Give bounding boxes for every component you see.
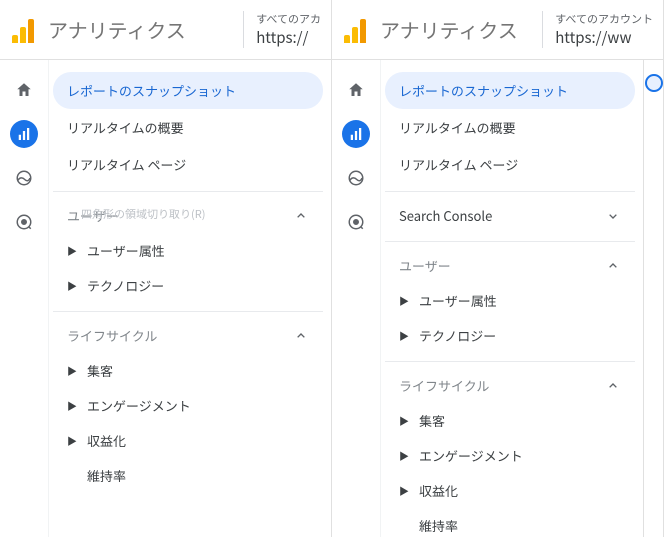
analytics-logo-icon [12, 17, 38, 43]
nav-group-lifecycle-head[interactable]: ライフサイクル [53, 316, 323, 353]
report-nav: レポートのスナップショット リアルタイムの概要 リアルタイム ページ Searc… [380, 60, 643, 537]
nav-group-lifecycle: ライフサイクル ▶集客 ▶エンゲージメント ▶収益化 ▶維持率 [53, 311, 323, 493]
nav-group-lifecycle-head[interactable]: ライフサイクル [385, 366, 635, 403]
caret-right-icon: ▶ [67, 433, 77, 448]
nav-user-technology[interactable]: ▶テクノロジー [53, 268, 323, 303]
nav-group-user-title: ユーザー [399, 256, 451, 275]
caret-right-icon: ▶ [67, 243, 77, 258]
nav-realtime-overview[interactable]: リアルタイムの概要 [385, 109, 635, 146]
nav-user-attributes[interactable]: ▶ユーザー属性 [385, 283, 635, 318]
nav-lifecycle-engagement[interactable]: ▶エンゲージメント [53, 388, 323, 423]
side-panel-indicator-icon[interactable] [645, 74, 663, 92]
account-switcher[interactable]: すべてのアカ https:// [243, 11, 321, 48]
caret-right-icon: ▶ [399, 413, 409, 428]
home-icon[interactable] [342, 76, 370, 104]
app-title: アナリティクス [380, 15, 518, 44]
nav-user-technology[interactable]: ▶テクノロジー [385, 318, 635, 353]
chevron-up-icon [605, 258, 621, 274]
nav-user-attributes[interactable]: ▶ユーザー属性 [53, 233, 323, 268]
nav-snapshot[interactable]: レポートのスナップショット [53, 72, 323, 109]
account-url: https:// [256, 27, 321, 48]
header: アナリティクス すべてのアカ https:// [0, 0, 331, 60]
advertising-icon[interactable] [342, 208, 370, 236]
nav-group-lifecycle-title: ライフサイクル [399, 376, 489, 395]
nav-lifecycle-acquisition[interactable]: ▶集客 [53, 353, 323, 388]
advertising-icon[interactable] [10, 208, 38, 236]
nav-lifecycle-monetization[interactable]: ▶収益化 [53, 423, 323, 458]
explore-icon[interactable] [10, 164, 38, 192]
account-label: すべてのアカウント [555, 11, 653, 27]
nav-group-search-console: Search Console [385, 191, 635, 233]
caret-right-icon: ▶ [399, 293, 409, 308]
reports-icon[interactable] [10, 120, 38, 148]
reports-icon[interactable] [342, 120, 370, 148]
right-side-panel [643, 60, 663, 537]
caret-right-icon: ▶ [67, 363, 77, 378]
account-label: すべてのアカ [256, 11, 321, 27]
account-switcher[interactable]: すべてのアカウント https://ww [542, 11, 653, 48]
nav-lifecycle-retention[interactable]: ▶維持率 [53, 458, 323, 493]
app-title: アナリティクス [48, 15, 186, 44]
chevron-up-icon [293, 208, 309, 224]
header: アナリティクス すべてのアカウント https://ww [332, 0, 663, 60]
chevron-up-icon [293, 328, 309, 344]
nav-realtime-pages[interactable]: リアルタイム ページ [53, 146, 323, 183]
nav-group-search-console-head[interactable]: Search Console [385, 196, 635, 233]
caret-right-icon: ▶ [399, 483, 409, 498]
caret-right-icon: ▶ [67, 278, 77, 293]
nav-snapshot[interactable]: レポートのスナップショット [385, 72, 635, 109]
nav-lifecycle-engagement[interactable]: ▶エンゲージメント [385, 438, 635, 473]
analytics-logo-icon [344, 17, 370, 43]
body: レポートのスナップショット リアルタイムの概要 リアルタイム ページ ユーザー … [0, 60, 331, 537]
caret-right-icon: ▶ [399, 448, 409, 463]
nav-group-search-console-title: Search Console [399, 206, 492, 225]
caret-right-icon: ▶ [399, 328, 409, 343]
nav-group-user-head[interactable]: ユーザー 四角形の領域切り取り(R) [53, 196, 323, 233]
chevron-down-icon [605, 208, 621, 224]
account-url: https://ww [555, 27, 653, 48]
report-nav: レポートのスナップショット リアルタイムの概要 リアルタイム ページ ユーザー … [48, 60, 331, 537]
nav-group-lifecycle: ライフサイクル ▶集客 ▶エンゲージメント ▶収益化 ▶維持率 [385, 361, 635, 537]
nav-realtime-overview[interactable]: リアルタイムの概要 [53, 109, 323, 146]
nav-group-user: ユーザー 四角形の領域切り取り(R) ▶ユーザー属性 ▶テクノロジー [53, 191, 323, 303]
icon-rail [0, 60, 48, 537]
nav-group-user-head[interactable]: ユーザー [385, 246, 635, 283]
nav-lifecycle-acquisition[interactable]: ▶集客 [385, 403, 635, 438]
explore-icon[interactable] [342, 164, 370, 192]
body: レポートのスナップショット リアルタイムの概要 リアルタイム ページ Searc… [332, 60, 663, 537]
nav-group-user: ユーザー ▶ユーザー属性 ▶テクノロジー [385, 241, 635, 353]
caret-right-icon: ▶ [67, 398, 77, 413]
snip-hint: 四角形の領域切り取り(R) [81, 206, 205, 222]
nav-group-lifecycle-title: ライフサイクル [67, 326, 157, 345]
nav-realtime-pages[interactable]: リアルタイム ページ [385, 146, 635, 183]
panel-right: アナリティクス すべてのアカウント https://ww レポートのスナップショ… [332, 0, 664, 537]
home-icon[interactable] [10, 76, 38, 104]
nav-lifecycle-monetization[interactable]: ▶収益化 [385, 473, 635, 508]
chevron-up-icon [605, 378, 621, 394]
nav-lifecycle-retention[interactable]: ▶維持率 [385, 508, 635, 537]
panel-left: アナリティクス すべてのアカ https:// レポートのスナップショット リア… [0, 0, 332, 537]
icon-rail [332, 60, 380, 537]
